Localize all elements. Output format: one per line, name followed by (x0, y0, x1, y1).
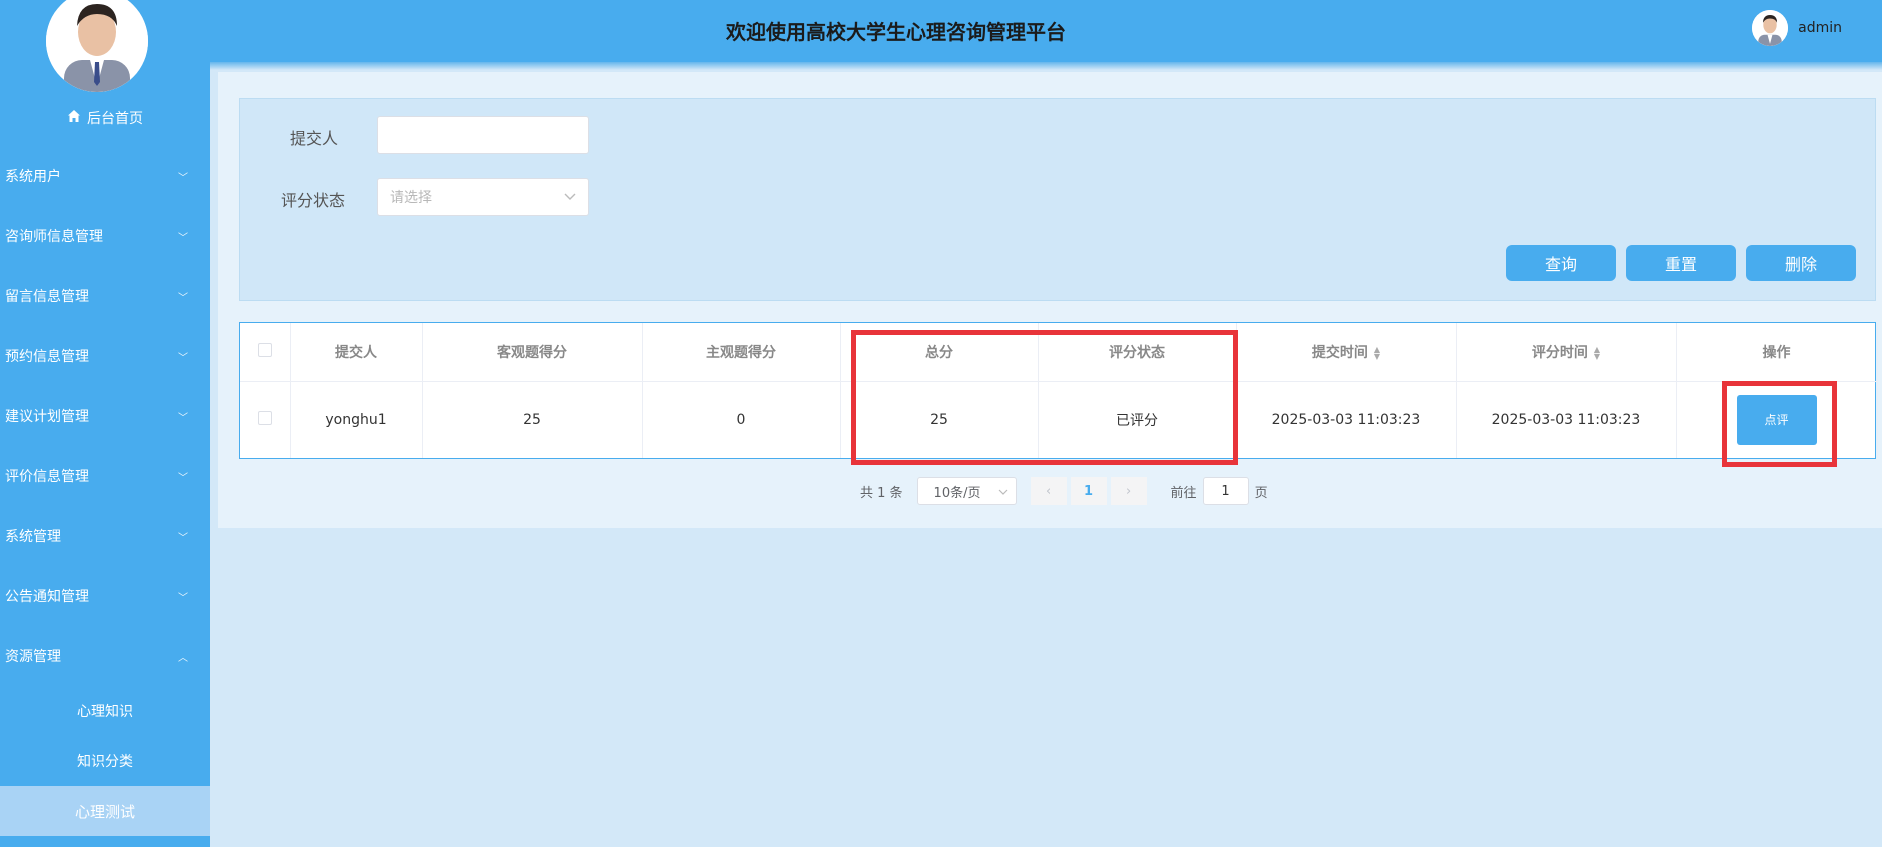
column-header-label: 提交时间 (1311, 344, 1368, 361)
chevron-down-icon (564, 189, 576, 205)
sidebar-item-label: 留言信息管理 (5, 289, 89, 305)
table-row: yonghu1 25 0 25 已评分 2025-03-03 11:03:23 … (240, 381, 1878, 458)
row-select-cell (240, 381, 291, 458)
chevron-down-icon: ﹀ (178, 352, 188, 364)
column-header: 总分 (840, 323, 1039, 382)
chevron-left-icon: ‹ (1045, 483, 1052, 499)
sidebar-subitem-label: 知识分类 (77, 754, 133, 770)
page-title: 欢迎使用高校大学生心理咨询管理平台 (726, 20, 1066, 44)
goto-page-input[interactable]: 1 (1202, 477, 1249, 505)
sidebar-item-label: 咨询师信息管理 (5, 229, 103, 245)
select-all-cell (240, 323, 291, 382)
status-select[interactable]: 请选择 (377, 178, 589, 216)
reset-button[interactable]: 重置 (1626, 245, 1736, 281)
sidebar-subitem-knowledge[interactable]: 心理知识 (0, 686, 210, 736)
sidebar: 后台首页 系统用户 ﹀ 咨询师信息管理 ﹀ 留言信息管理 ﹀ 预约信息管理 ﹀ … (0, 0, 210, 847)
sidebar-item-label: 系统管理 (5, 529, 61, 545)
user-menu[interactable]: admin (1752, 10, 1842, 46)
sidebar-item-label: 预约信息管理 (5, 349, 89, 365)
page-size-value: 10条/页 (933, 485, 981, 501)
sidebar-item-label: 公告通知管理 (5, 589, 89, 605)
sidebar-item-notices[interactable]: 公告通知管理 ﹀ (0, 566, 210, 626)
prev-page-button[interactable]: ‹ (1030, 477, 1067, 505)
cell-submit-time: 2025-03-03 11:03:23 (1236, 381, 1457, 458)
sidebar-item-label: 资源管理 (5, 649, 61, 665)
chevron-down-icon: ﹀ (178, 472, 188, 484)
top-header: 欢迎使用高校大学生心理咨询管理平台 admin (210, 0, 1882, 62)
admin-avatar (46, 0, 148, 92)
sidebar-item-plans[interactable]: 建议计划管理 ﹀ (0, 386, 210, 446)
sidebar-item-counselors[interactable]: 咨询师信息管理 ﹀ (0, 206, 210, 266)
chevron-down-icon: ﹀ (178, 232, 188, 244)
search-panel: 提交人 评分状态 请选择 查询 重置 删除 (239, 98, 1876, 301)
sidebar-item-label: 系统用户 (5, 169, 61, 185)
sidebar-item-system[interactable]: 系统管理 ﹀ (0, 506, 210, 566)
chevron-right-icon: › (1125, 483, 1132, 499)
page-size-select[interactable]: 10条/页 (916, 477, 1017, 505)
cell-objective-score: 25 (422, 381, 643, 458)
home-link-label: 后台首页 (87, 111, 143, 127)
sidebar-subitem-tests[interactable]: 心理测试 (0, 786, 210, 836)
sidebar-menu: 系统用户 ﹀ 咨询师信息管理 ﹀ 留言信息管理 ﹀ 预约信息管理 ﹀ 建议计划管… (0, 146, 210, 836)
next-page-button[interactable]: › (1110, 477, 1147, 505)
sidebar-item-evaluations[interactable]: 评价信息管理 ﹀ (0, 446, 210, 506)
chevron-down-icon: ﹀ (178, 532, 188, 544)
chevron-up-icon: ︿ (178, 652, 188, 664)
sidebar-item-label: 评价信息管理 (5, 469, 89, 485)
query-button[interactable]: 查询 (1506, 245, 1616, 281)
sidebar-item-appointments[interactable]: 预约信息管理 ﹀ (0, 326, 210, 386)
delete-button[interactable]: 删除 (1746, 245, 1856, 281)
status-select-placeholder: 请选择 (390, 190, 432, 206)
cell-total-score: 25 (840, 381, 1039, 458)
column-header: 提交人 (290, 323, 423, 382)
pagination: 共 1 条 10条/页 ‹ 1 › 前往 1 页 (860, 477, 1268, 505)
chevron-down-icon: ﹀ (178, 292, 188, 304)
cell-subjective-score: 0 (642, 381, 841, 458)
row-checkbox[interactable] (257, 410, 272, 425)
sidebar-subitem-label: 心理知识 (77, 704, 133, 720)
sort-icon[interactable]: ▲ ▼ (1374, 345, 1380, 360)
cell-submitter: yonghu1 (290, 381, 423, 458)
column-header: 评分状态 (1038, 323, 1237, 382)
sidebar-item-label: 建议计划管理 (5, 409, 89, 425)
status-label: 评分状态 (281, 191, 346, 210)
sidebar-item-messages[interactable]: 留言信息管理 ﹀ (0, 266, 210, 326)
goto-prefix: 前往 (1170, 485, 1197, 501)
sidebar-subitem-label: 心理测试 (74, 802, 135, 821)
chevron-down-icon (998, 484, 1008, 499)
username[interactable]: admin (1798, 20, 1842, 36)
sidebar-subitem-categories[interactable]: 知识分类 (0, 736, 210, 786)
sidebar-item-system-users[interactable]: 系统用户 ﹀ (0, 146, 210, 206)
table-header-row: 提交人 客观题得分 主观题得分 总分 评分状态 提交时间 ▲ ▼ 评分时间 ▲ ▼ 操作 (240, 323, 1878, 382)
column-header-review-time[interactable]: 评分时间 ▲ ▼ (1456, 323, 1677, 382)
home-icon (67, 109, 81, 127)
select-all-checkbox[interactable] (257, 342, 272, 357)
chevron-down-icon: ﹀ (178, 412, 188, 424)
pagination-total: 共 1 条 (860, 485, 903, 501)
column-header: 客观题得分 (422, 323, 643, 382)
column-header-submit-time[interactable]: 提交时间 ▲ ▼ (1236, 323, 1457, 382)
avatar[interactable] (1752, 10, 1789, 46)
header-shadow (210, 62, 1882, 70)
cell-review-time: 2025-03-03 11:03:23 (1456, 381, 1677, 458)
submitter-input[interactable] (377, 116, 589, 154)
home-link[interactable]: 后台首页 (0, 106, 210, 130)
results-table: 提交人 客观题得分 主观题得分 总分 评分状态 提交时间 ▲ ▼ 评分时间 ▲ ▼ 操作… (239, 322, 1878, 459)
submitter-label: 提交人 (290, 129, 339, 148)
cell-status: 已评分 (1038, 381, 1237, 458)
column-header: 操作 (1676, 323, 1878, 382)
column-header: 主观题得分 (642, 323, 841, 382)
page-number-current[interactable]: 1 (1070, 477, 1107, 505)
chevron-down-icon: ﹀ (178, 592, 188, 604)
review-button[interactable]: 点评 (1736, 394, 1817, 445)
pagination-goto: 前往 1 页 (1171, 477, 1268, 505)
column-header-label: 评分时间 (1531, 344, 1588, 361)
goto-suffix: 页 (1254, 485, 1268, 501)
chevron-down-icon: ﹀ (178, 172, 188, 184)
sort-icon[interactable]: ▲ ▼ (1594, 345, 1600, 360)
cell-actions: 点评 (1676, 381, 1878, 458)
sidebar-item-resources[interactable]: 资源管理 ︿ (0, 626, 210, 686)
